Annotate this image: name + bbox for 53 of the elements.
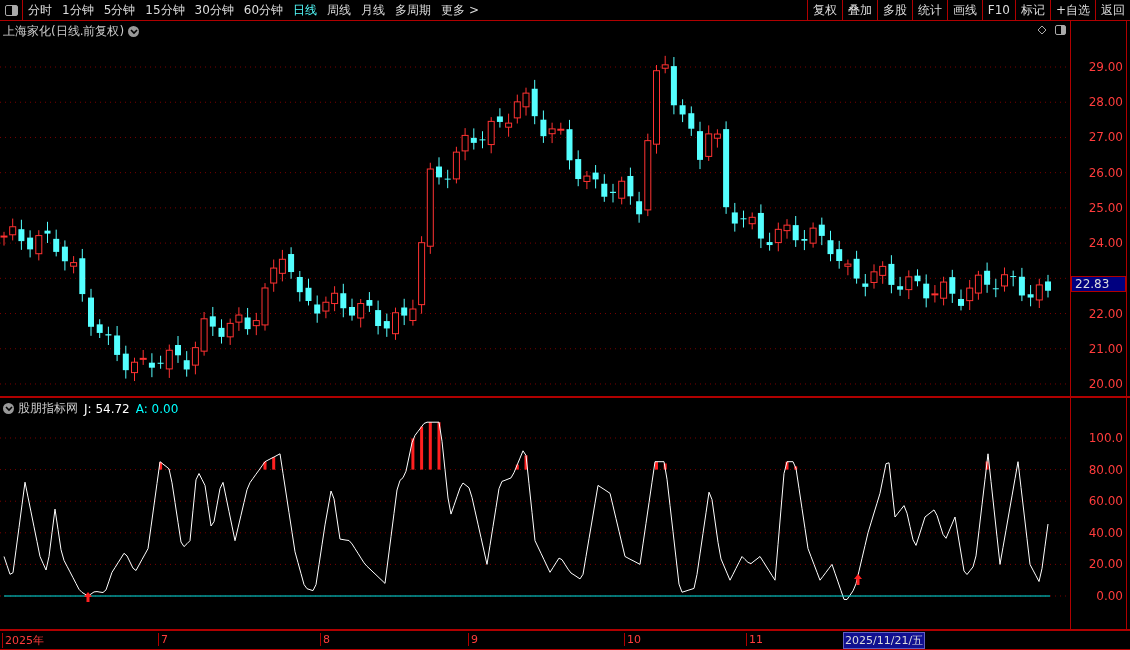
stock-title: 上海家化(日线.前复权)	[3, 23, 125, 40]
time-label: 8	[320, 633, 330, 646]
period-tab[interactable]: 5分钟	[98, 0, 141, 20]
toolbar-button[interactable]: 叠加	[841, 0, 877, 20]
period-tab[interactable]: 60分钟	[238, 0, 289, 20]
cursor-date-label: 2025/11/21/五	[843, 632, 926, 649]
period-tab[interactable]: 更多 >	[436, 0, 484, 20]
indicator-readout: J: 54.72	[84, 401, 130, 416]
period-tab[interactable]: 日线	[288, 0, 323, 20]
price-tick: 20.00	[1088, 376, 1123, 391]
indicator-tick: 100.0	[1088, 431, 1123, 445]
price-tick: 24.00	[1088, 236, 1123, 251]
price-tick: 29.00	[1088, 60, 1123, 74]
indicator-tick: 20.00	[1088, 557, 1123, 572]
period-tab[interactable]: 周线	[322, 0, 357, 20]
price-tick: 26.00	[1088, 165, 1123, 180]
diamond-icon[interactable]	[1037, 25, 1047, 35]
price-tick: 27.00	[1088, 130, 1123, 145]
up-arrow-icon	[854, 574, 862, 585]
time-label: 11	[746, 633, 763, 646]
dropdown-icon[interactable]	[128, 26, 140, 37]
period-tab[interactable]: 分时	[23, 0, 57, 20]
toolbar-button[interactable]: 多股	[876, 0, 912, 20]
toolbar-button[interactable]: 返回	[1095, 0, 1130, 20]
indicator-tick: 0.00	[1096, 589, 1123, 603]
time-label: 10	[624, 633, 641, 646]
last-price-label: 22.83	[1071, 276, 1126, 293]
indicator-tick: 80.00	[1088, 462, 1123, 477]
indicator-name: 股朋指标网	[18, 400, 78, 417]
period-tab[interactable]: 多周期	[390, 0, 437, 20]
period-tab[interactable]: 15分钟	[140, 0, 190, 20]
time-label: 9	[468, 633, 478, 646]
time-label: 7	[158, 633, 168, 646]
toolbar-button[interactable]: 标记	[1014, 0, 1050, 20]
price-tick: 22.00	[1088, 306, 1123, 321]
toolbar-button[interactable]: 统计	[911, 0, 947, 20]
indicator-tick: 60.00	[1088, 494, 1123, 509]
dropdown-icon[interactable]	[3, 403, 14, 414]
toolbar-button[interactable]: 复权	[806, 0, 842, 20]
price-tick: 25.00	[1088, 200, 1123, 215]
toolbar-button[interactable]: 画线	[946, 0, 982, 20]
indicator-readout: A: 0.00	[135, 401, 179, 416]
up-arrow-icon	[84, 592, 92, 602]
period-tab[interactable]: 1分钟	[57, 0, 99, 20]
price-tick: 21.00	[1088, 341, 1123, 356]
period-tab[interactable]: 30分钟	[189, 0, 239, 20]
price-tick: 28.00	[1088, 95, 1123, 110]
period-tab[interactable]: 月线	[356, 0, 391, 20]
panel-toggle-icon[interactable]	[1055, 25, 1066, 35]
toolbar-button[interactable]: F10	[981, 0, 1015, 20]
time-label: 2025年	[2, 633, 44, 648]
toolbar-button[interactable]: +自选	[1049, 0, 1095, 20]
indicator-tick: 40.00	[1088, 525, 1123, 540]
